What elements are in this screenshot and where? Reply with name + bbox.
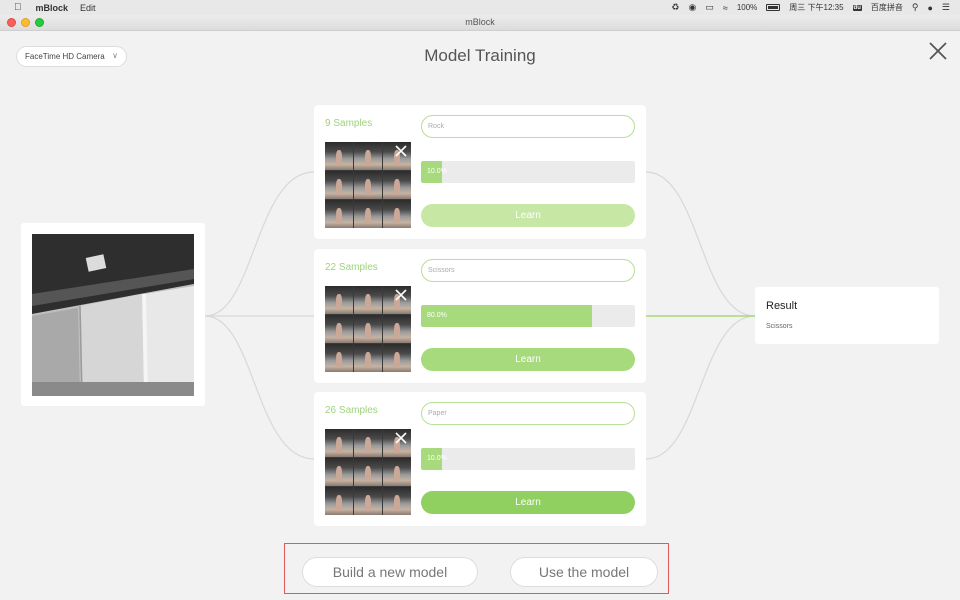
learn-button[interactable]: Learn — [421, 348, 635, 371]
sample-thumbnail — [383, 200, 411, 228]
progress-percent: 10.0% — [427, 455, 447, 462]
build-new-model-button[interactable]: Build a new model — [302, 557, 478, 587]
class-label-input[interactable]: Scissors — [421, 259, 635, 282]
sample-thumbnail — [325, 429, 353, 457]
delete-samples-icon[interactable] — [394, 431, 408, 445]
class-card-rock: 9 Samples Rock 10.0% Learn — [314, 105, 646, 239]
sample-thumbnail — [354, 429, 382, 457]
learn-button[interactable]: Learn — [421, 204, 635, 227]
result-card: Result Scissors — [755, 287, 939, 344]
training-progress-bar: 10.0% — [421, 161, 635, 183]
sample-thumbnail — [325, 315, 353, 343]
sample-thumbnail — [383, 344, 411, 372]
sample-thumbnail — [325, 171, 353, 199]
sample-thumbnail — [325, 200, 353, 228]
sample-thumbnail — [354, 171, 382, 199]
sample-thumbnail — [354, 344, 382, 372]
sample-thumbnail — [325, 344, 353, 372]
sample-thumbnail — [383, 487, 411, 515]
sample-thumbnail — [354, 458, 382, 486]
class-card-paper: 26 Samples Paper 10.0% Learn — [314, 392, 646, 526]
sample-thumbnail — [325, 142, 353, 170]
sample-thumbnail — [325, 286, 353, 314]
class-label-input[interactable]: Rock — [421, 115, 635, 138]
samples-count: 26 Samples — [325, 405, 378, 416]
learn-button[interactable]: Learn — [421, 491, 635, 514]
progress-percent: 80.0% — [427, 312, 447, 319]
class-card-scissors: 22 Samples Scissors 80.0% Learn — [314, 249, 646, 383]
sample-thumbnail — [383, 315, 411, 343]
samples-count: 22 Samples — [325, 262, 378, 273]
camera-preview-card — [21, 223, 205, 406]
result-value: Scissors — [766, 323, 793, 330]
sample-thumbnail — [383, 171, 411, 199]
use-model-button[interactable]: Use the model — [510, 557, 658, 587]
progress-percent: 10.0% — [427, 168, 447, 175]
sample-thumbnail — [354, 200, 382, 228]
sample-thumbnail — [325, 487, 353, 515]
result-title: Result — [766, 300, 798, 312]
training-progress-bar: 10.0% — [421, 448, 635, 470]
sample-thumbnail — [354, 286, 382, 314]
delete-samples-icon[interactable] — [394, 144, 408, 158]
training-progress-bar: 80.0% — [421, 305, 635, 327]
samples-count: 9 Samples — [325, 118, 373, 129]
sample-thumbnail — [354, 487, 382, 515]
camera-preview — [32, 234, 194, 396]
sample-thumbnail — [354, 142, 382, 170]
class-label-input[interactable]: Paper — [421, 402, 635, 425]
delete-samples-icon[interactable] — [394, 288, 408, 302]
sample-thumbnail — [383, 458, 411, 486]
sample-thumbnail — [325, 458, 353, 486]
sample-thumbnail — [354, 315, 382, 343]
